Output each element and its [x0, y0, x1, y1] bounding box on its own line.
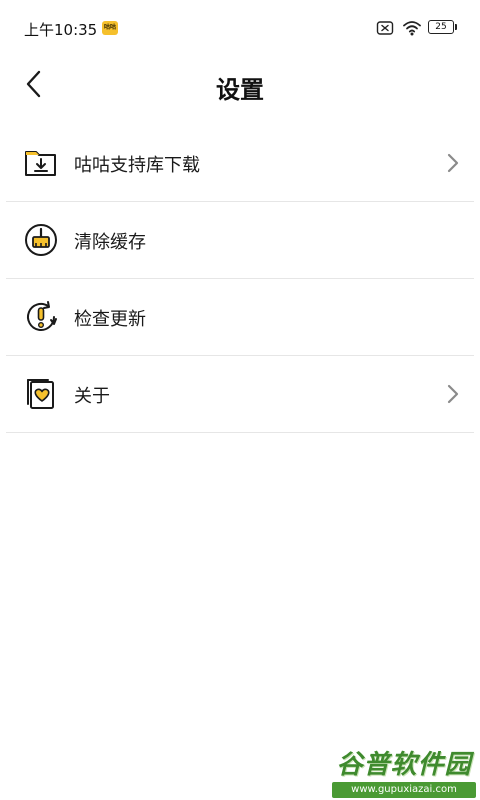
page-title: 设置: [216, 76, 264, 104]
settings-item-label: 关于: [74, 386, 110, 407]
battery-tip: [455, 24, 457, 30]
settings-item-check-update[interactable]: 检查更新: [6, 279, 474, 356]
settings-item-about[interactable]: 关于: [6, 356, 474, 433]
settings-item-label: 咕咕支持库下载: [74, 155, 200, 176]
app-header: 设置: [0, 56, 480, 116]
heart-card-icon: [24, 377, 58, 411]
download-folder-icon: [24, 146, 58, 180]
watermark-url: www.gupuxiazai.com: [332, 782, 476, 798]
watermark: 谷普软件园 www.gupuxiazai.com: [332, 748, 476, 800]
status-time: 上午10:35: [24, 21, 98, 39]
chevron-right-icon: [447, 384, 459, 404]
battery-level: 25: [428, 20, 454, 34]
chevron-right-icon: [447, 153, 459, 173]
settings-screen: 上午10:35 咕咕 25 设置 咕咕支持库下载 清除缓存 检查更新 关于 谷普…: [0, 0, 480, 800]
settings-item-library-download[interactable]: 咕咕支持库下载: [6, 125, 474, 202]
settings-list: 咕咕支持库下载 清除缓存 检查更新 关于: [0, 125, 480, 433]
watermark-title: 谷普软件园: [336, 750, 472, 780]
update-alert-icon: [24, 300, 58, 334]
status-bar: 上午10:35 咕咕 25: [0, 0, 480, 56]
settings-item-label: 检查更新: [74, 309, 146, 330]
settings-item-label: 清除缓存: [74, 232, 146, 253]
broom-icon: [24, 223, 58, 257]
notification-x-icon: [376, 19, 394, 41]
settings-item-clear-cache[interactable]: 清除缓存: [6, 202, 474, 279]
app-notification-badge: 咕咕: [102, 21, 118, 35]
wifi-icon: [402, 19, 422, 41]
